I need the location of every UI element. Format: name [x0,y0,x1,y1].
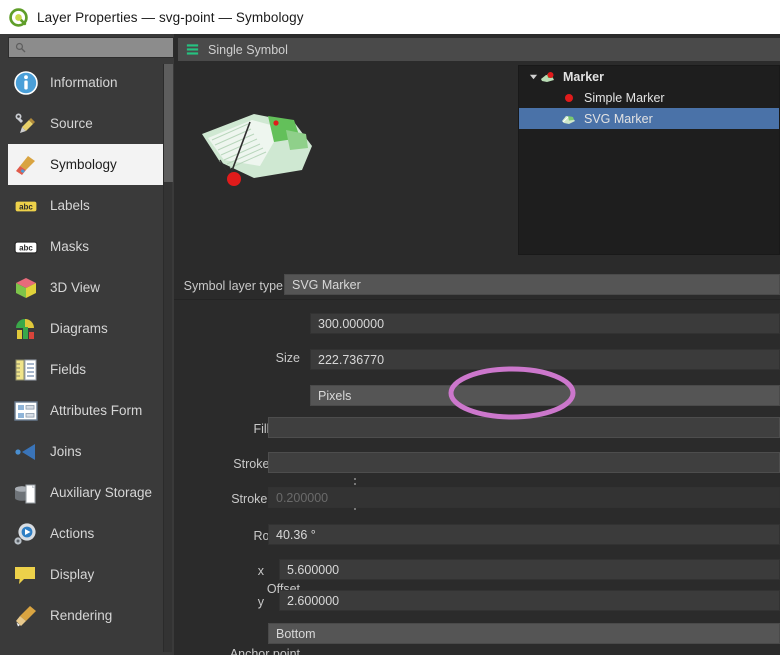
sidebar-item-actions[interactable]: Actions [8,513,163,554]
offset-y-input[interactable]: 2.600000 [279,590,780,611]
symbol-preview-pane [178,65,436,255]
title-bar: Layer Properties — svg-point — Symbology [0,0,780,34]
tree-row[interactable]: SVG Marker [519,108,779,129]
search-input[interactable] [30,41,160,54]
anchor-vertical-combo[interactable]: Bottom [268,623,780,644]
marker-icon [540,69,556,85]
qgis-logo-icon [9,7,28,27]
ellipse-highlight-annotation [448,366,576,420]
sidebar-item-joins[interactable]: Joins [8,431,163,472]
sidebar-search-box[interactable] [8,37,174,58]
symbology-icon [13,152,39,178]
sidebar-item-label: Auxiliary Storage [50,485,153,500]
sidebar-item-label: Joins [50,444,82,459]
sidebar-item-source[interactable]: Source [8,103,163,144]
sidebar-item-label: Symbology [50,157,117,172]
stroke-width-input[interactable]: 0.200000 [268,487,780,508]
sidebar-item-label: Information [50,75,118,90]
svg-marker-icon [561,111,577,127]
svg-text:abc: abc [19,202,33,211]
sidebar-item-3d-view[interactable]: 3D View [8,267,163,308]
sidebar-item-label: Actions [50,526,95,541]
fields-icon [13,357,39,383]
sidebar-item-symbology[interactable]: Symbology [8,144,163,185]
renderer-type-label: Single Symbol [208,42,288,57]
tree-row-label: SVG Marker [584,111,653,126]
sidebar-item-label: 3D View [50,280,101,295]
sidebar-item-label: Fields [50,362,87,377]
variables-icon [13,644,39,655]
diagrams-icon [13,316,39,342]
svg-text:abc: abc [19,243,33,252]
rotation-input[interactable]: 40.36 ° [268,524,780,545]
attributes-form-icon [13,398,39,424]
symbol-preview-image [202,114,312,186]
sidebar-item-attributes-form[interactable]: Attributes Form [8,390,163,431]
sidebar-item-labels[interactable]: abc Labels [8,185,163,226]
actions-icon [13,521,39,547]
chevron-down-icon[interactable] [527,72,540,81]
sidebar-item-label: Source [50,116,93,131]
labels-icon: abc [13,193,39,219]
sidebar-item-fields[interactable]: Fields [8,349,163,390]
tree-row[interactable]: Marker [519,66,779,87]
display-icon [13,562,39,588]
rendering-icon [13,603,39,629]
symbol-layer-type-label: Symbol layer type [183,279,283,293]
window-title: Layer Properties — svg-point — Symbology [37,9,304,25]
sidebar-item-display[interactable]: Display [8,554,163,595]
stroke-color-button[interactable] [268,452,780,473]
anchor-point-label: Anchor point [229,647,300,655]
sidebar-item-label: Diagrams [50,321,108,336]
size-label: Size [275,351,300,365]
symbol-layer-tree[interactable]: Marker Simple Marker SVG Marker [518,65,780,255]
sidebar-item-label: Labels [50,198,90,213]
offset-x-input[interactable]: 5.600000 [279,559,780,580]
offset-x-label: x [257,564,264,578]
search-icon [15,42,26,53]
sidebar-item-label: Masks [50,239,90,254]
simple-marker-icon [561,90,577,106]
layer-properties-dialog: Layer Properties — svg-point — Symbology… [0,0,780,655]
symbology-panel: Single Symbol Marker Simple Marker SVG M… [174,34,780,655]
3d-view-icon [13,275,39,301]
joins-icon [13,439,39,465]
sidebar-item-diagrams[interactable]: Diagrams [8,308,163,349]
sidebar-item-label: Attributes Form [50,403,143,418]
symbol-layer-properties-form: Symbol layer type SVG Marker Size Width … [174,263,780,655]
sidebar-item-label: Rendering [50,608,113,623]
width-input[interactable]: 300.000000 [310,313,780,334]
sidebar-scrollbar-thumb[interactable] [164,64,173,182]
auxiliary-storage-icon [13,480,39,506]
single-symbol-icon [186,44,199,55]
tree-row-label: Marker [563,69,604,84]
sidebar-nav-list: Information Source Symbology abc Labels abc Ma… [8,62,163,655]
sidebar-scrollbar[interactable] [163,64,173,652]
sidebar-item-auxiliary-storage[interactable]: Auxiliary Storage [8,472,163,513]
form-divider [174,299,780,300]
renderer-type-combo[interactable]: Single Symbol [178,38,780,61]
sidebar-item-rendering[interactable]: Rendering [8,595,163,636]
settings-sidebar: Information Source Symbology abc Labels abc Ma… [0,34,174,655]
symbol-layer-type-combo[interactable]: SVG Marker [284,274,780,295]
tree-row[interactable]: Simple Marker [519,87,779,108]
sidebar-item-masks[interactable]: abc Masks [8,226,163,267]
tree-row-label: Simple Marker [584,90,665,105]
sidebar-item-partial[interactable] [8,636,163,655]
sidebar-item-information[interactable]: Information [8,62,163,103]
offset-y-label: y [257,595,264,609]
information-icon [13,70,39,96]
masks-icon: abc [13,234,39,260]
source-icon [13,111,39,137]
sidebar-item-label: Display [50,567,95,582]
